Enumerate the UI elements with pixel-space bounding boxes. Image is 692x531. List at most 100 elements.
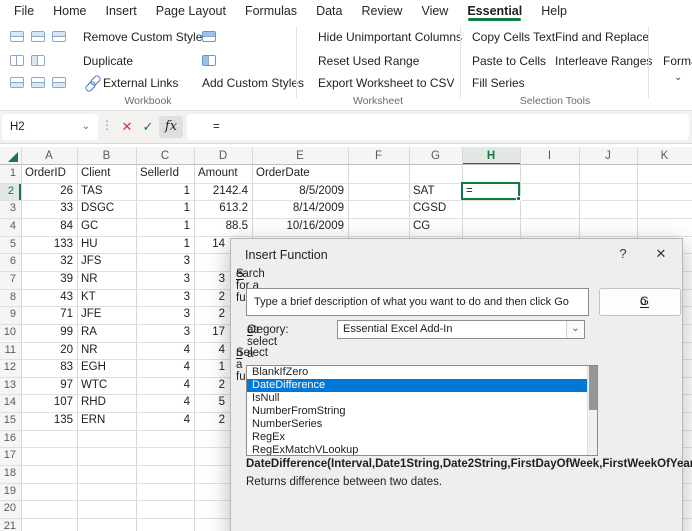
fill-series-button[interactable]: Fill Series [472,76,525,90]
function-item-numberseries[interactable]: NumberSeries [247,418,597,431]
column-header-I[interactable]: I [520,147,579,165]
row-header-13[interactable]: 13 [0,377,21,395]
cell-C7[interactable]: 3 [136,271,194,289]
row-header-18[interactable]: 18 [0,465,21,483]
custom-style-icon-left[interactable] [202,55,216,66]
cell-G3[interactable]: CGSD [409,200,462,218]
cell-A13[interactable]: 97 [21,377,77,395]
formula-bar-handle-icon[interactable]: ⋮ [101,118,113,132]
cell-C15[interactable]: 4 [136,412,194,430]
row-header-10[interactable]: 10 [0,324,21,342]
tab-insert[interactable]: Insert [106,0,137,22]
select-all-button[interactable] [0,147,21,165]
tab-file[interactable]: File [14,0,34,22]
function-item-blankifzero[interactable]: BlankIfZero [247,366,597,379]
formula-input[interactable]: = [187,114,689,140]
external-links-button[interactable]: External Links [103,76,178,90]
cell-D10[interactable]: 17 [194,324,229,342]
cell-D12[interactable]: 1 [194,359,229,377]
table-style-icon-5[interactable] [31,55,45,66]
tab-help[interactable]: Help [541,0,567,22]
row-header-4[interactable]: 4 [0,218,21,236]
function-item-isnull[interactable]: IsNull [247,392,597,405]
cell-A4[interactable]: 84 [21,218,77,236]
cell-B1[interactable]: Client [77,165,136,183]
scrollbar-thumb[interactable] [589,366,597,410]
row-header-2[interactable]: 2 [0,183,21,201]
row-header-11[interactable]: 11 [0,342,21,360]
cell-E1[interactable]: OrderDate [252,165,348,183]
cancel-icon[interactable]: ✕ [118,116,136,138]
column-header-E[interactable]: E [252,147,348,165]
cell-D14[interactable]: 5 [194,394,229,412]
cell-A10[interactable]: 99 [21,324,77,342]
cell-D13[interactable]: 2 [194,377,229,395]
add-custom-styles-button[interactable]: Add Custom Styles [202,76,304,90]
cell-G2[interactable]: SAT [409,183,462,201]
cell-B5[interactable]: HU [77,236,136,254]
row-header-12[interactable]: 12 [0,359,21,377]
row-header-6[interactable]: 6 [0,253,21,271]
paste-to-cells-button[interactable]: Paste to Cells [472,54,546,68]
cell-A5[interactable]: 133 [21,236,77,254]
cell-D3[interactable]: 613.2 [194,200,252,218]
cell-E4[interactable]: 10/16/2009 [252,218,348,236]
cell-D5[interactable]: 14 [194,236,229,254]
tab-data[interactable]: Data [316,0,342,22]
row-header-8[interactable]: 8 [0,289,21,307]
cell-C5[interactable]: 1 [136,236,194,254]
row-header-19[interactable]: 19 [0,483,21,501]
row-header-21[interactable]: 21 [0,518,21,531]
tab-review[interactable]: Review [361,0,402,22]
column-header-C[interactable]: C [136,147,194,165]
cell-A6[interactable]: 32 [21,253,77,271]
cell-A14[interactable]: 107 [21,394,77,412]
cell-B11[interactable]: NR [77,342,136,360]
table-style-icon-2[interactable] [31,31,45,42]
cell-C12[interactable]: 4 [136,359,194,377]
cell-A7[interactable]: 39 [21,271,77,289]
function-item-datedifference[interactable]: DateDifference [247,379,597,392]
cell-D4[interactable]: 88.5 [194,218,252,236]
cell-H2[interactable]: = [462,183,520,201]
row-header-1[interactable]: 1 [0,165,21,183]
cell-B12[interactable]: EGH [77,359,136,377]
cell-C14[interactable]: 4 [136,394,194,412]
interleave-ranges-button[interactable]: Interleave Ranges [555,54,652,68]
table-style-icon-1[interactable] [10,31,24,42]
cell-B14[interactable]: RHD [77,394,136,412]
tab-home[interactable]: Home [53,0,86,22]
column-header-H[interactable]: H [462,147,520,165]
cell-C13[interactable]: 4 [136,377,194,395]
enter-icon[interactable]: ✓ [139,116,157,138]
remove-custom-styles-button[interactable]: Remove Custom Styles [83,30,208,44]
cell-C10[interactable]: 3 [136,324,194,342]
go-button[interactable]: Go [599,288,681,316]
function-item-numberfromstring[interactable]: NumberFromString [247,405,597,418]
cell-B8[interactable]: KT [77,289,136,307]
cell-C8[interactable]: 3 [136,289,194,307]
cell-E2[interactable]: 8/5/2009 [252,183,348,201]
cell-A8[interactable]: 43 [21,289,77,307]
cell-B15[interactable]: ERN [77,412,136,430]
table-style-icon-4[interactable] [10,55,24,66]
cell-D2[interactable]: 2142.4 [194,183,252,201]
cell-A11[interactable]: 20 [21,342,77,360]
row-header-15[interactable]: 15 [0,412,21,430]
column-header-F[interactable]: F [348,147,409,165]
cell-A1[interactable]: OrderID [21,165,77,183]
column-header-K[interactable]: K [637,147,692,165]
table-style-icon-7[interactable] [31,77,45,88]
table-style-icon-3[interactable] [52,31,66,42]
cell-B7[interactable]: NR [77,271,136,289]
cell-C9[interactable]: 3 [136,306,194,324]
table-style-icon-8[interactable] [52,77,66,88]
cell-D11[interactable]: 4 [194,342,229,360]
row-header-14[interactable]: 14 [0,394,21,412]
cell-D1[interactable]: Amount [194,165,252,183]
cell-A2[interactable]: 26 [21,183,77,201]
cell-E3[interactable]: 8/14/2009 [252,200,348,218]
cell-D8[interactable]: 2 [194,289,229,307]
cell-C1[interactable]: SellerId [136,165,194,183]
category-dropdown[interactable]: Essential Excel Add-In ⌄ [337,320,585,339]
